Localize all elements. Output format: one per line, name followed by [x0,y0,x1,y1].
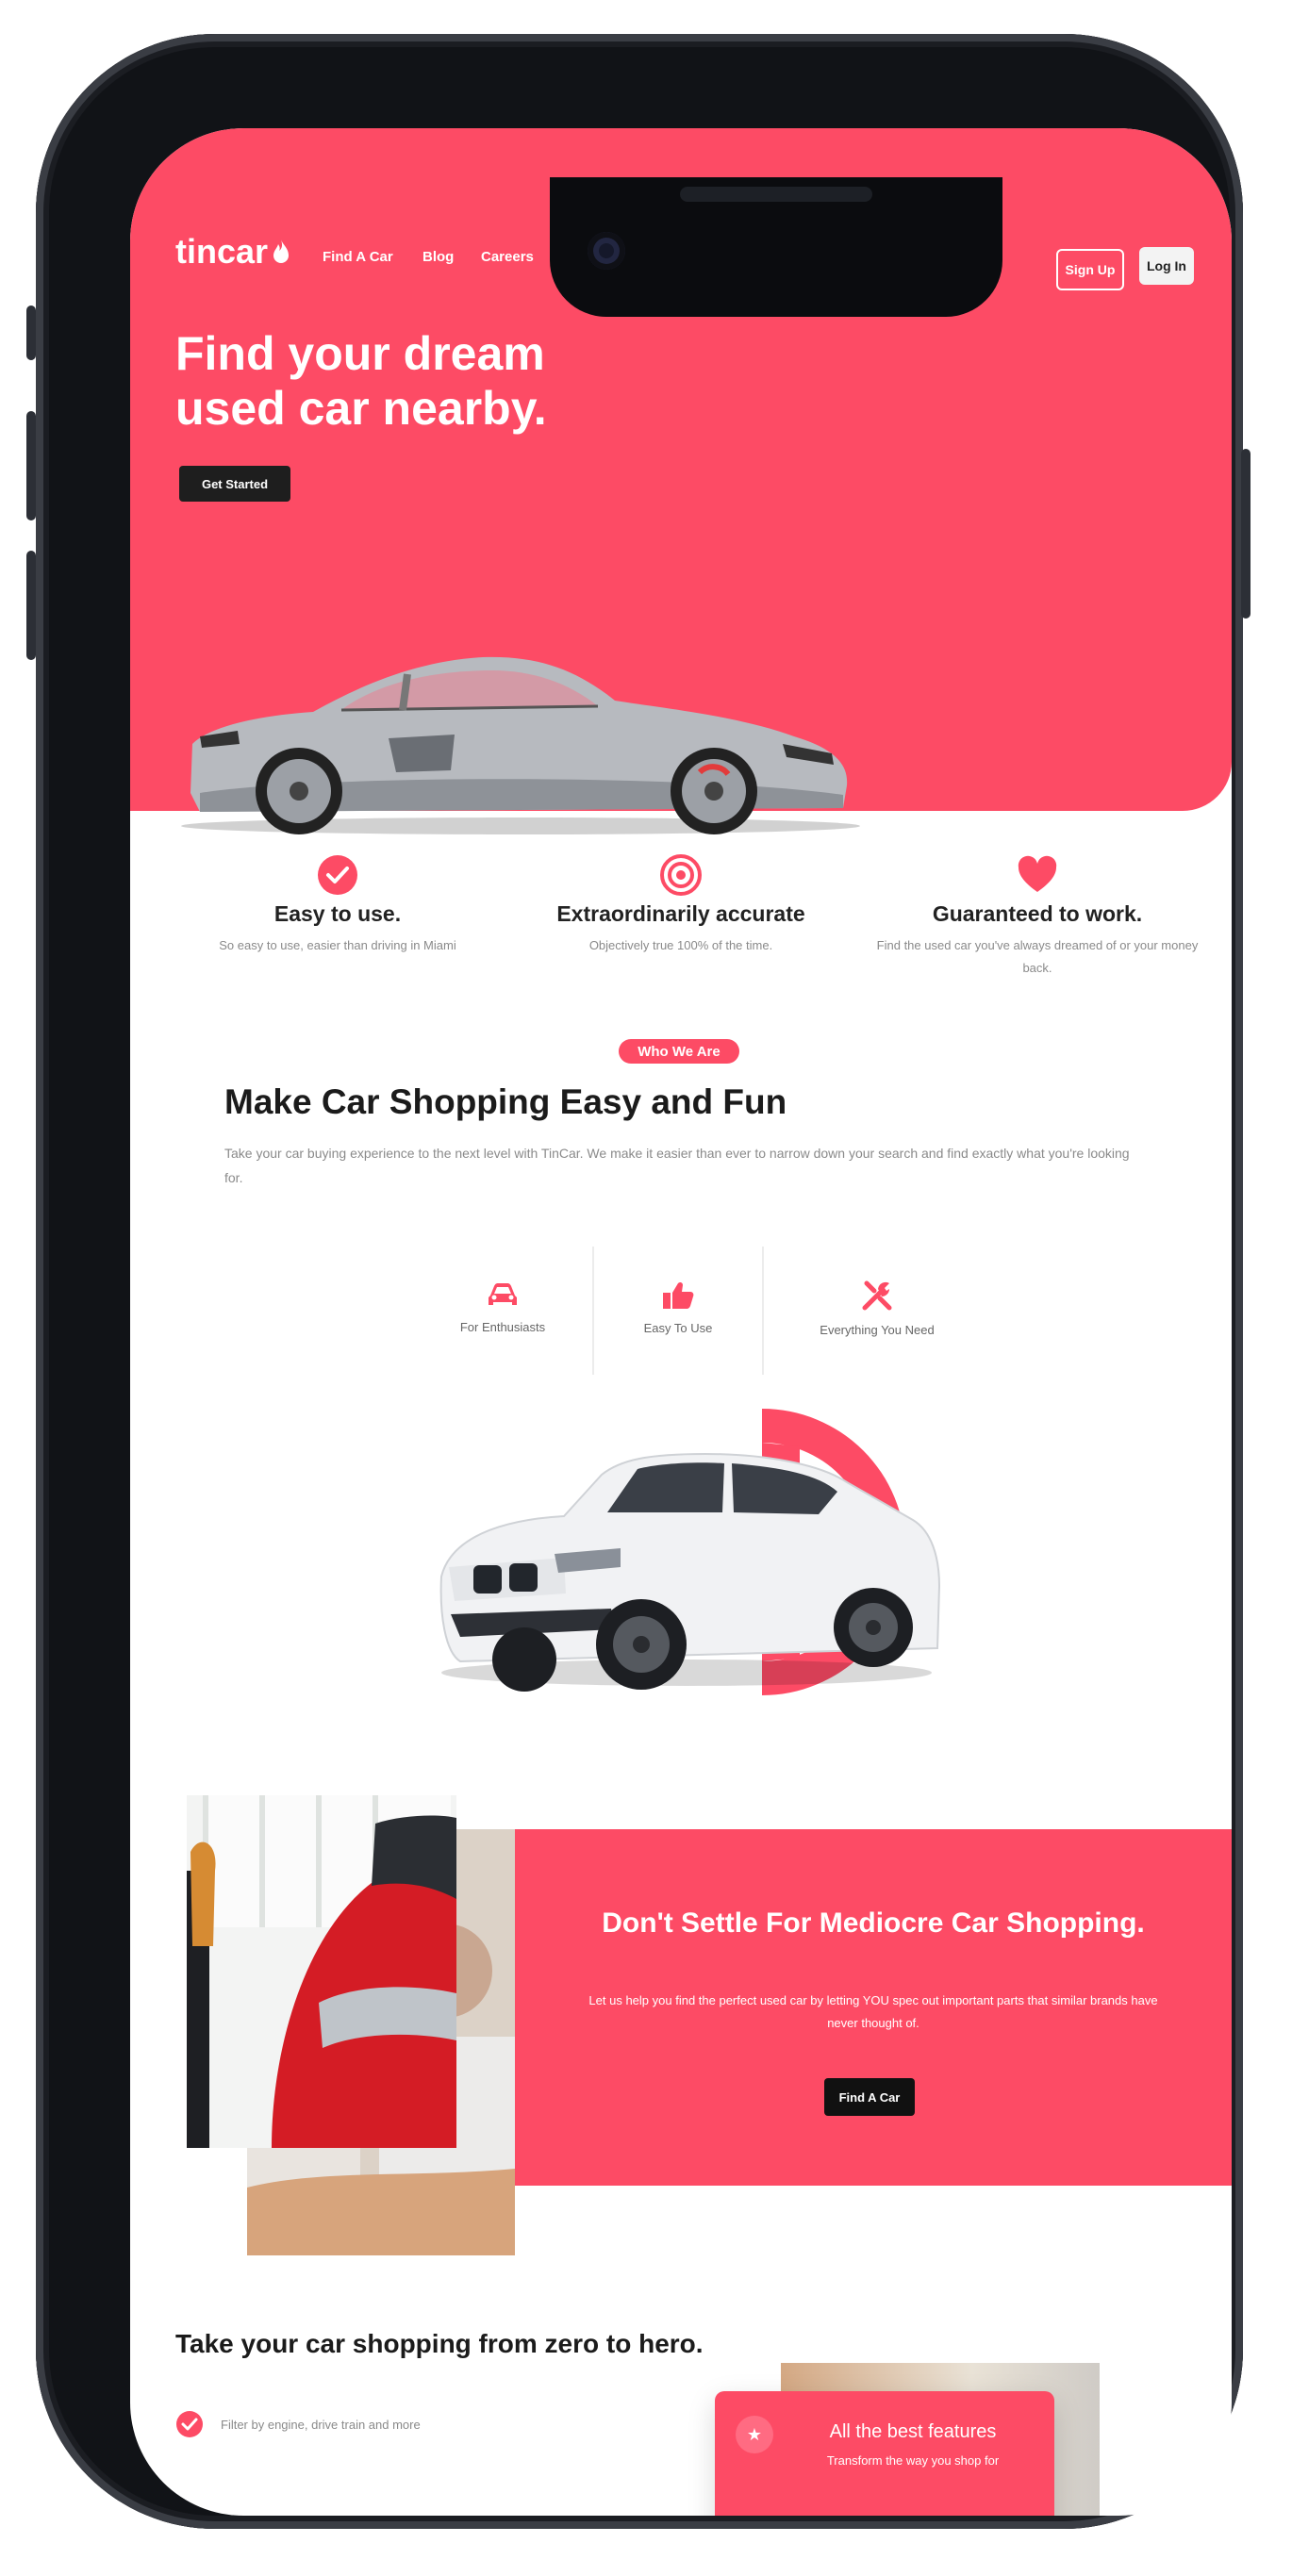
features-card-subtitle: Transform the way you shop for [826,2453,1000,2468]
feature-desc: Objectively true 100% of the time. [588,938,773,952]
feature-accurate: Extraordinarily accurate Objectively tru… [511,854,851,957]
red-car-showroom-photo [187,1795,456,2148]
phone-frame: tincar Find A Car Blog Careers Sign Up L… [26,34,1251,2529]
phone-button-power [1241,449,1251,619]
tile-label: Everything You Need [820,1322,935,1337]
phone-button-volume-down [26,551,36,660]
check-list-item: Filter by engine, drive train and more [175,2410,421,2438]
camera-icon [588,232,625,270]
feature-desc: Find the used car you've always dreamed … [876,938,1199,975]
tile-everything: Everything You Need [764,1247,990,1369]
tools-icon [862,1280,892,1310]
get-started-button[interactable]: Get Started [179,466,290,502]
check-circle-icon [318,855,357,895]
silver-sports-car-image [181,656,860,834]
feature-title: Guaranteed to work. [932,901,1143,926]
features-card-title: All the best features [829,2421,997,2442]
promo-desc: Let us help you find the perfect used ca… [588,1993,1158,2030]
features-card[interactable]: ★ All the best features Transform the wa… [715,2391,1054,2516]
login-button[interactable]: Log In [1139,247,1194,285]
logo-text: tincar [175,232,269,271]
speaker-grill [680,187,872,202]
nav-link-blog[interactable]: Blog [422,249,454,265]
tile-easy-to-use: Easy To Use [594,1247,762,1369]
phone-screen: tincar Find A Car Blog Careers Sign Up L… [130,128,1232,2516]
hero-title: Find your dream used car nearby. [175,327,547,435]
who-section-title: Make Car Shopping Easy and Fun [224,1082,787,1121]
tincar-logo[interactable]: tincar [175,232,290,272]
promo-banner: Don't Settle For Mediocre Car Shopping. … [515,1829,1232,2186]
feature-title: Extraordinarily accurate [556,901,805,926]
white-suv-image [439,1452,941,1692]
tile-label: Easy To Use [643,1320,713,1335]
check-circle-icon [176,2411,203,2437]
star-icon: ★ [736,2416,773,2453]
phone-button-mute [26,305,36,360]
check-item-text: Filter by engine, drive train and more [221,2417,421,2432]
find-a-car-button[interactable]: Find A Car [824,2078,915,2116]
flame-icon [273,239,290,263]
feature-desc: So easy to use, easier than driving in M… [219,938,456,952]
bottom-section-title: Take your car shopping from zero to hero… [175,2329,704,2358]
target-icon [660,854,702,896]
tile-enthusiasts: For Enthusiasts [413,1247,592,1369]
thumbs-up-icon [663,1281,694,1309]
car-icon [489,1282,517,1305]
phone-notch [550,177,1002,317]
signup-button[interactable]: Sign Up [1056,249,1124,290]
who-section-desc: Take your car buying experience to the n… [224,1146,1130,1185]
feature-guaranteed: Guaranteed to work. Find the used car yo… [868,854,1207,980]
heart-icon [1018,855,1057,892]
phone-button-volume-up [26,411,36,520]
nav-link-careers[interactable]: Careers [481,249,534,265]
who-we-are-badge: Who We Are [619,1039,739,1064]
feature-title: Easy to use. [273,901,402,926]
promo-title: Don't Settle For Mediocre Car Shopping. [602,1907,1145,1939]
feature-easy-to-use: Easy to use. So easy to use, easier than… [168,854,507,957]
tile-label: For Enthusiasts [459,1319,546,1334]
nav-link-find-a-car[interactable]: Find A Car [323,249,393,265]
